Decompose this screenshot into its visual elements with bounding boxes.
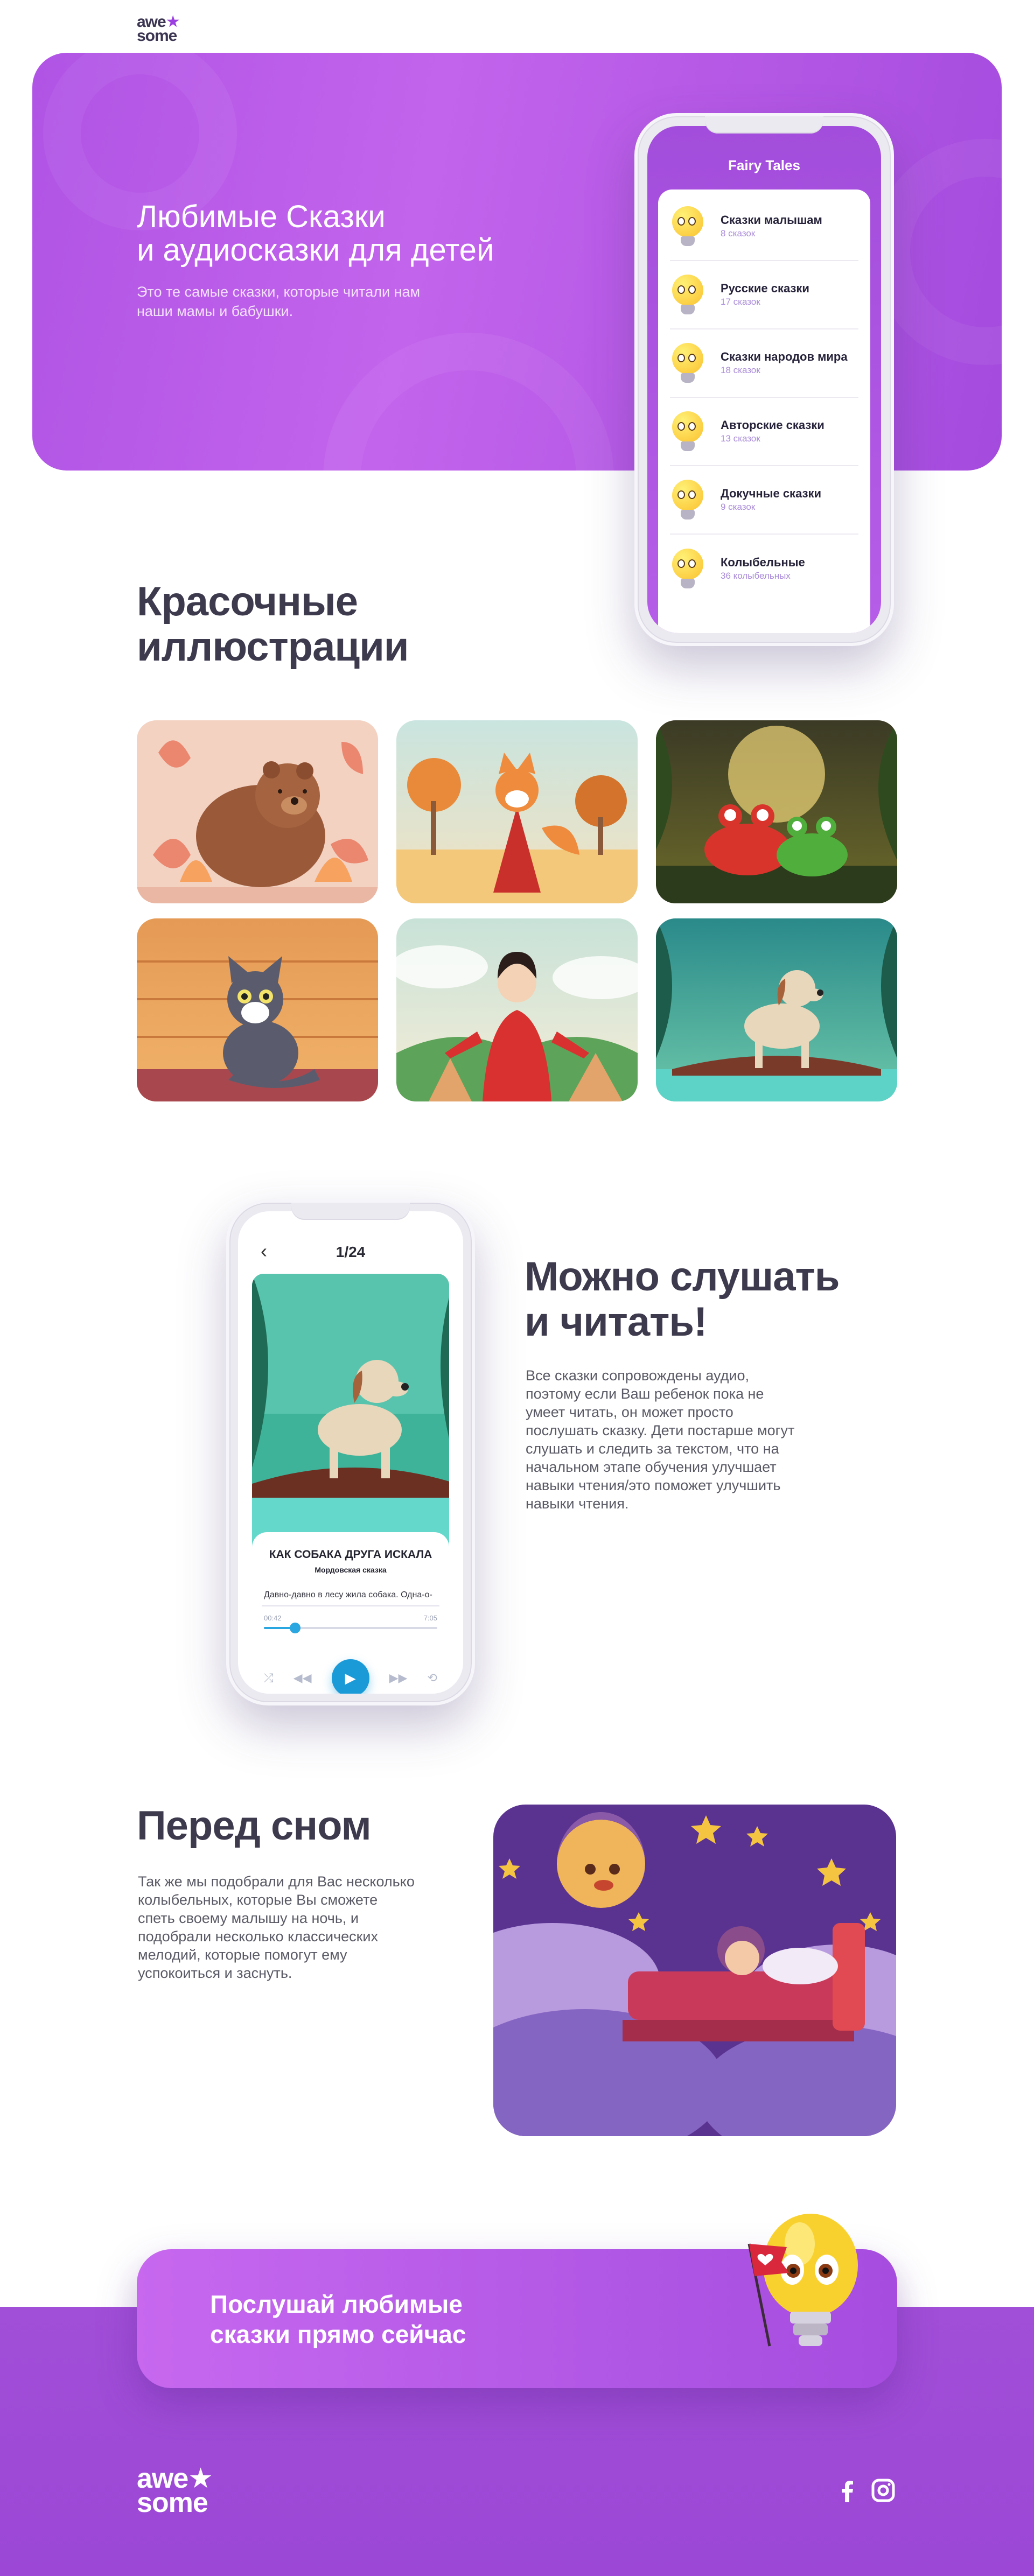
category-item[interactable]: Сказки народов мира 18 сказок	[670, 329, 858, 398]
bulb-mascot-icon	[670, 206, 705, 247]
story-origin: Мордовская сказка	[315, 1566, 387, 1574]
logo-text-bottom: some	[137, 26, 177, 45]
category-count: 9 сказок	[721, 502, 756, 512]
hero-subtitle: Это те самые сказки, которые читали нам …	[137, 284, 421, 319]
facebook-icon[interactable]	[836, 2479, 860, 2502]
bulb-mascot-flag-icon	[670, 342, 705, 384]
category-name: Авторские сказки	[721, 418, 825, 432]
illustration-bedtime	[493, 1805, 896, 2136]
logo-text-bottom: some	[137, 2487, 208, 2518]
play-icon: ▶	[345, 1669, 356, 1686]
illustration-fox	[396, 720, 638, 903]
phone-notch	[705, 116, 823, 134]
phone-screen: Fairy Tales Сказки малышам 8 сказок Русск…	[647, 126, 881, 633]
shuffle-icon[interactable]: ⤮	[264, 1671, 274, 1685]
divider	[262, 1605, 439, 1606]
category-item[interactable]: Авторские сказки 13 сказок	[670, 398, 858, 466]
category-item[interactable]: Русские сказки 17 сказок	[670, 261, 858, 329]
hero-decor-circle	[323, 333, 614, 471]
phone-notch	[291, 1203, 410, 1220]
category-item[interactable]: Докучные сказки 9 сказок	[670, 466, 858, 535]
category-list: Сказки малышам 8 сказок Русские сказки 17 …	[658, 189, 870, 633]
illustrations-heading: Красочные иллюстрации	[137, 579, 409, 670]
category-name: Сказки народов мира	[721, 350, 848, 363]
page-counter: 1/24	[336, 1244, 366, 1260]
time-elapsed: 00:42	[264, 1614, 282, 1622]
category-item[interactable]: Сказки малышам 8 сказок	[670, 193, 858, 261]
fast-forward-icon[interactable]: ▶▶	[389, 1671, 408, 1685]
category-name: Колыбельные	[721, 556, 805, 569]
category-count: 18 сказок	[721, 365, 760, 375]
illustration-cat	[137, 918, 378, 1101]
phone-mockup-reader: ‹ 1/24 КАК СОБАКА ДРУГА ИСКАЛА Мордовска…	[226, 1199, 475, 1705]
bedtime-description: Так же мы подобрали для Вас несколько ко…	[138, 1873, 415, 1981]
story-text: Давно-давно в лесу жила собака. Одна-о-	[264, 1590, 432, 1599]
story-title: КАК СОБАКА ДРУГА ИСКАЛА	[269, 1548, 432, 1561]
category-name: Сказки малышам	[721, 213, 822, 227]
footer-logo[interactable]: awe★ some	[137, 2465, 213, 2518]
hero-title: Любимые Сказки и аудиосказки для детей	[137, 199, 494, 268]
story-card: КАК СОБАКА ДРУГА ИСКАЛА Мордовская сказк…	[252, 1532, 449, 1694]
bulb-mascot-pen-icon	[670, 411, 705, 452]
reader-header: ‹ 1/24	[238, 1241, 463, 1263]
category-count: 13 сказок	[721, 433, 760, 444]
progress-knob[interactable]	[289, 1623, 301, 1633]
play-button[interactable]: ▶	[331, 1659, 369, 1694]
bulb-mascot-sleepy-icon	[670, 548, 705, 589]
repeat-icon[interactable]: ⟲	[428, 1671, 437, 1685]
instagram-icon[interactable]	[871, 2479, 895, 2502]
time-total: 7:05	[423, 1614, 437, 1622]
category-item[interactable]: Колыбельные 36 колыбельных	[670, 535, 858, 603]
illustration-bear	[137, 720, 378, 903]
category-count: 36 колыбельных	[721, 571, 791, 581]
logo[interactable]: awe★ some	[137, 14, 180, 45]
phone-mockup-categories: Fairy Tales Сказки малышам 8 сказок Русск…	[634, 113, 894, 646]
bulb-mascot-glasses-icon	[670, 274, 705, 315]
cta-text: Послушай любимые сказки прямо сейчас	[210, 2290, 466, 2348]
listen-heading: Можно слушать и читать!	[525, 1254, 840, 1345]
illustration-frogs	[656, 720, 897, 903]
illustration-dog	[656, 918, 897, 1101]
category-name: Русские сказки	[721, 282, 809, 295]
illustration-girl	[396, 918, 638, 1101]
player-times: 00:42 7:05	[264, 1614, 437, 1623]
progress-bar[interactable]	[264, 1623, 437, 1633]
story-illustration	[252, 1274, 449, 1548]
rewind-icon[interactable]: ◀◀	[294, 1671, 312, 1685]
category-count: 8 сказок	[721, 228, 756, 238]
phone-screen: ‹ 1/24 КАК СОБАКА ДРУГА ИСКАЛА Мордовска…	[238, 1211, 463, 1694]
category-name: Докучные сказки	[721, 487, 822, 500]
listen-description: Все сказки сопровождены аудио, поэтому е…	[526, 1367, 795, 1512]
app-title: Fairy Tales	[728, 157, 800, 173]
category-count: 17 сказок	[721, 297, 760, 307]
bulb-mascot-icon	[670, 479, 705, 521]
bedtime-heading: Перед сном	[137, 1803, 372, 1849]
bulb-mascot-heart-icon	[730, 2206, 881, 2368]
player-controls: ⤮ ◀◀ ▶ ▶▶ ⟲	[264, 1659, 437, 1694]
